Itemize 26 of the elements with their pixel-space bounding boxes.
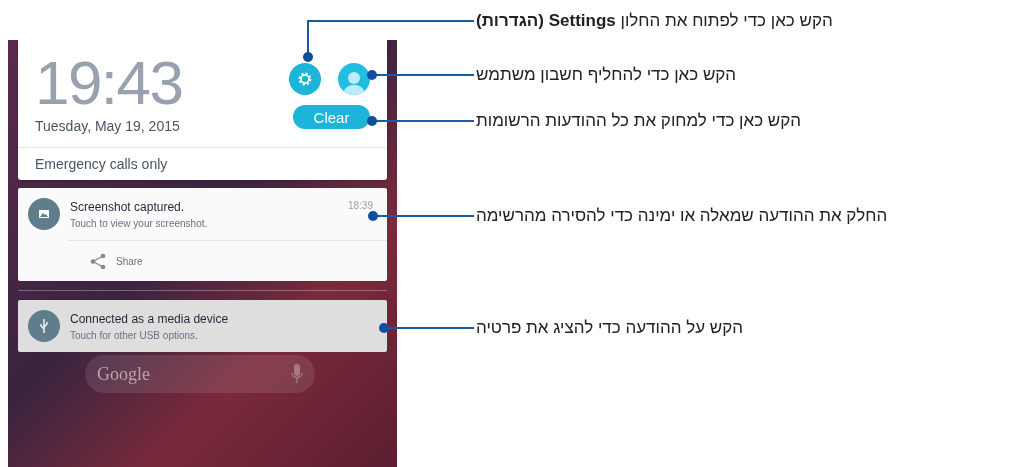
callout-text: הקש כאן כדי לפתוח את החלון Settings (הגדרות)	[476, 10, 833, 32]
settings-button[interactable]	[289, 63, 321, 95]
search-field[interactable]: Google	[85, 355, 315, 393]
clock-date: Tuesday, May 19, 2015	[35, 117, 181, 136]
callout-text: הקש על ההודעה כדי להציג את פרטיה	[476, 317, 744, 339]
callout-text: הקש כאן כדי להחליף חשבון משתמש	[476, 64, 737, 86]
notification-text: Touch to view your screenshot.	[70, 216, 209, 231]
usb-icon	[28, 310, 60, 342]
image-icon	[28, 198, 60, 230]
settings-icon	[297, 71, 313, 87]
status-text: Emergency calls only	[35, 154, 168, 174]
person-silhouette-icon	[343, 69, 365, 95]
notification-time: 18:39	[347, 199, 373, 213]
share-button[interactable]: Share	[68, 252, 143, 270]
clock-time: 19:43	[35, 52, 183, 114]
callout-text: החלק את ההודעה שמאלה או ימינה כדי להסירה מהרשימה	[476, 205, 888, 227]
search-placeholder: Google	[97, 362, 150, 386]
notification-text: Touch for other USB options.	[70, 328, 199, 343]
callout-text: הקש כאן כדי למחוק את כל ההודעות הרשומות	[476, 110, 801, 132]
share-icon	[90, 252, 106, 270]
notification-title: Screenshot captured.	[70, 198, 186, 216]
notification-title: Connected as a media device	[70, 310, 230, 328]
microphone-icon	[291, 364, 303, 384]
avatar-button[interactable]	[338, 63, 370, 95]
notification-card[interactable]: Connected as a media device Touch for other USB options.	[18, 300, 387, 352]
notification-card[interactable]: Screenshot captured. Touch to view your screenshot. 18:39 Share	[18, 188, 387, 281]
